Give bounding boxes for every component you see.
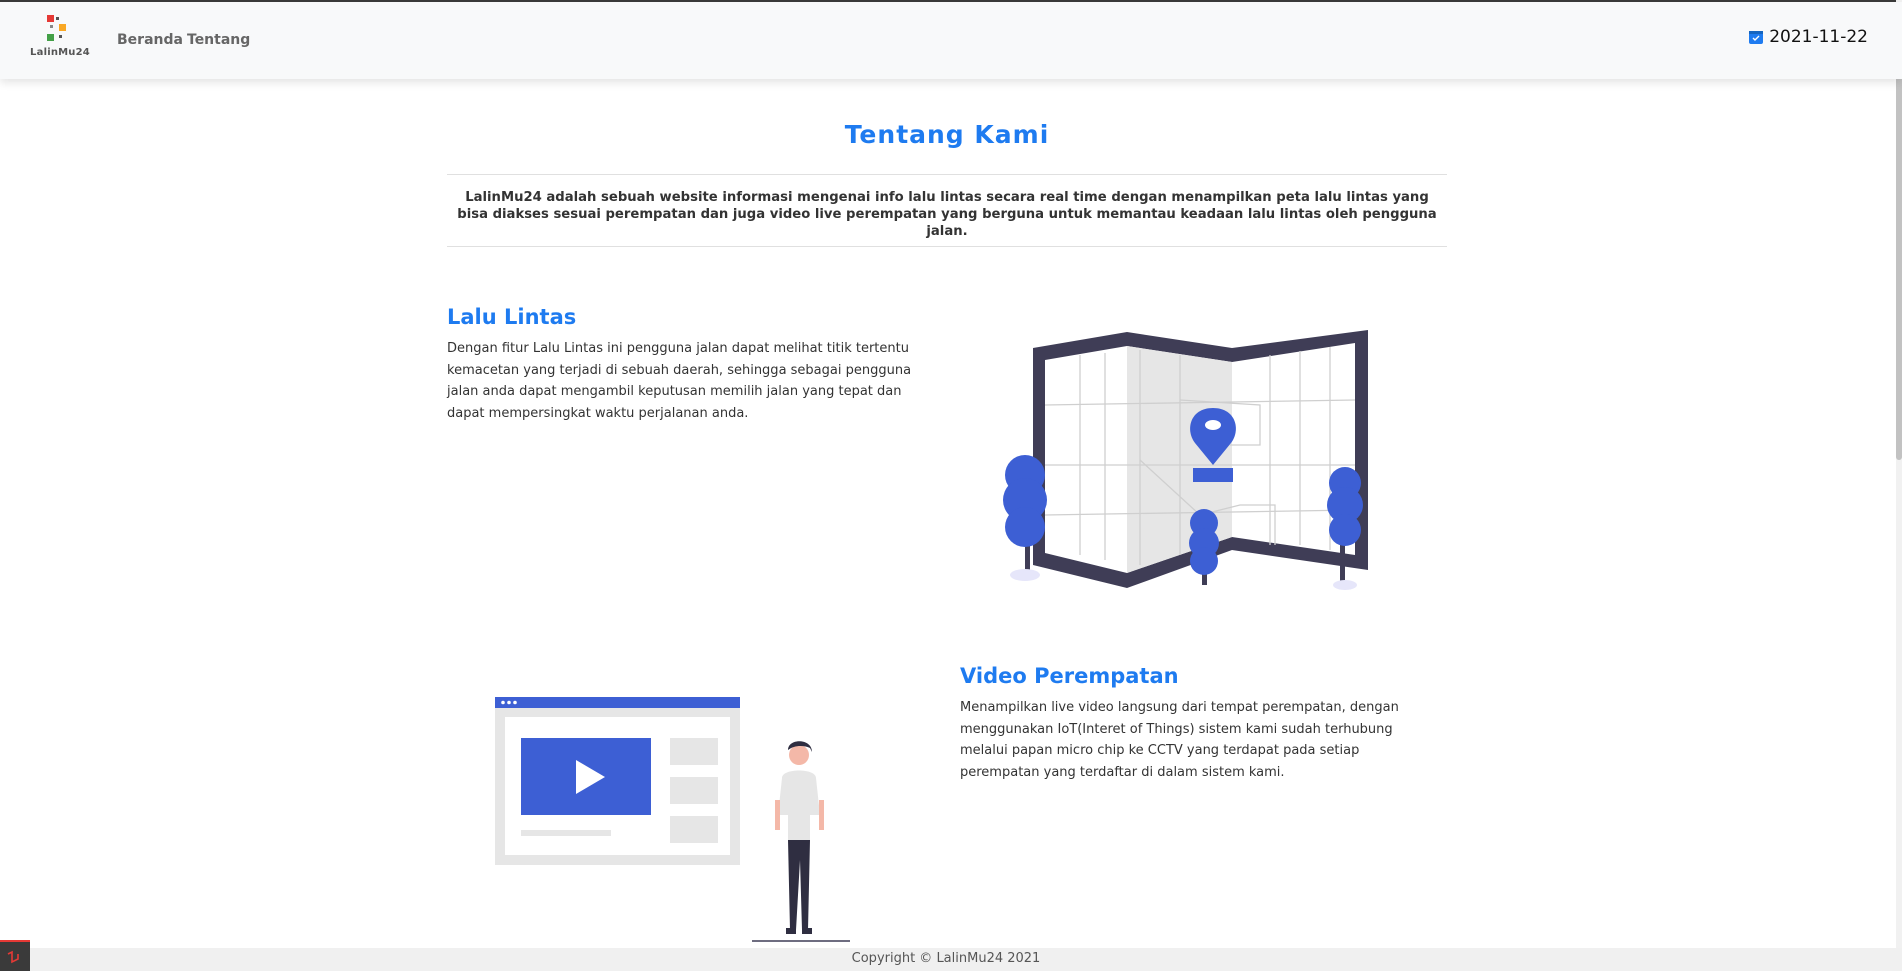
laravel-icon [7, 950, 19, 964]
section-text-video-perempatan: Menampilkan live video langsung dari tem… [960, 700, 1399, 780]
map-illustration [1003, 330, 1368, 590]
framework-badge[interactable] [0, 940, 30, 971]
logo-icon [47, 15, 66, 41]
page-title: Tentang Kami [844, 120, 1050, 149]
copyright-text: Copyright © LalinMu24 2021 [851, 951, 1041, 966]
footer: Copyright © LalinMu24 2021 [0, 948, 1902, 971]
nav-beranda[interactable]: Beranda [117, 32, 183, 48]
calendar-icon [1749, 31, 1764, 44]
intro-text: LalinMu24 adalah sebuah website informas… [457, 190, 1437, 239]
section-text-lalu-lintas: Dengan fitur Lalu Lintas ini pengguna ja… [447, 341, 912, 421]
nav-tentang[interactable]: Tentang [187, 32, 250, 48]
brand-logo[interactable]: LalinMu24 [30, 12, 90, 64]
section-title-lalu-lintas: Lalu Lintas [447, 305, 577, 329]
divider [447, 246, 1447, 247]
divider [447, 174, 1447, 175]
brand-name: LalinMu24 [30, 47, 90, 58]
date-display: 2021-11-22 [1749, 27, 1868, 47]
scrollbar[interactable] [1896, 0, 1902, 971]
navbar: LalinMu24 Beranda Tentang 2021-11-22 [0, 2, 1902, 79]
video-illustration [495, 697, 850, 942]
current-date: 2021-11-22 [1769, 27, 1868, 47]
section-title-video-perempatan: Video Perempatan [960, 664, 1179, 688]
